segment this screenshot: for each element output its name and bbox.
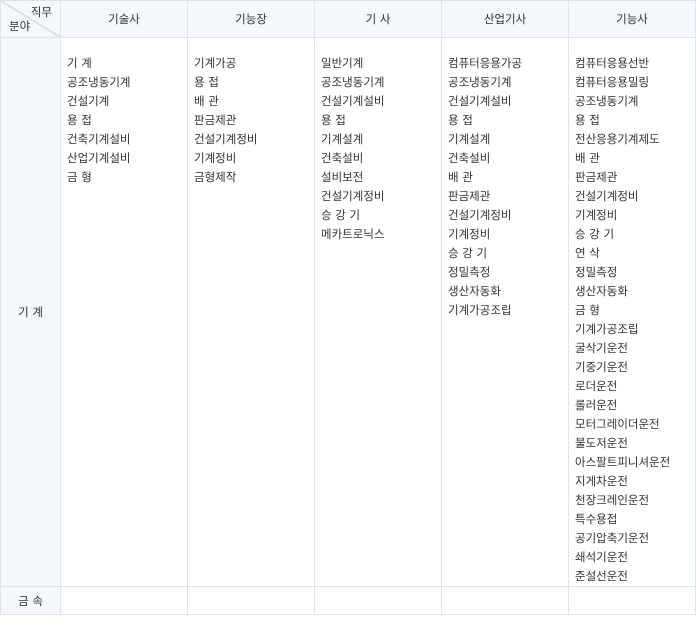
list-item: 건축설비: [321, 151, 364, 165]
list-item: 금형제작: [194, 170, 237, 184]
cell-machinery-engineer: 일반기계공조냉동기계건설기계설비용 접기계설계건축설비설비보전건설기계정비승 강…: [314, 37, 442, 587]
list-item: 메카트로닉스: [321, 227, 385, 241]
list-item: 모터그레이더운전: [575, 417, 660, 431]
list-item: 용 접: [575, 113, 600, 127]
list-item: 굴삭기운전: [575, 341, 628, 355]
list-item: 배 관: [448, 170, 473, 184]
list-item: 건설기계정비: [575, 189, 639, 203]
list-item: 건설기계정비: [321, 189, 385, 203]
cell-machinery-master-craftsman: 기계가공용 접배 관판금제관건설기계정비기계정비금형제작: [187, 37, 315, 587]
table-row-machinery: 기 계 기 계 공조냉동기계 건설기계 용 접 건축기계설비 산업기계설비 금 형 기계가공…: [0, 37, 696, 587]
list-item: 금 형: [575, 303, 600, 317]
corner-header: 직무 분야: [0, 0, 61, 38]
list-item: 건설기계정비: [448, 208, 512, 222]
cell-machinery-professional-engineer: 기 계공조냉동기계건설기계용 접건축기계설비산업기계설비금 형: [60, 37, 188, 587]
list-item: 천장크레인운전: [575, 493, 650, 507]
corner-bottom-label: 분야: [9, 19, 31, 33]
cell-metal-craftsman: [568, 586, 696, 615]
list-item: 건설기계: [67, 94, 110, 108]
cell-metal-professional-engineer: [60, 586, 188, 615]
list-item: 용 접: [194, 75, 219, 89]
list-item: 정밀측정: [448, 265, 491, 279]
list-item: 준설선운전: [575, 569, 628, 583]
list-item: 특수용접: [575, 512, 618, 526]
list-item: 건축기계설비: [67, 132, 131, 146]
list-item: 지게차운전: [575, 474, 628, 488]
row-header-machinery: 기 계: [0, 37, 61, 587]
list-item: 용 접: [321, 113, 346, 127]
list-item: 연 삭: [575, 246, 600, 260]
list-item: 용 접: [448, 113, 473, 127]
list-item: 컴퓨터응용밀링: [575, 75, 650, 89]
list-item: 승 강 기: [321, 208, 361, 222]
list-item: 전산응용기계제도: [575, 132, 660, 146]
cell-machinery-craftsman: 컴퓨터응용선반컴퓨터응용밀링공조냉동기계용 접전산응용기계제도배 관판금제관건설…: [568, 37, 696, 587]
list-item: 기계설계: [448, 132, 491, 146]
list-item: 기 계: [67, 56, 92, 70]
list-item: 설비보전: [321, 170, 364, 184]
list-item: 기계정비: [575, 208, 618, 222]
list-item: 기계가공조립: [575, 322, 639, 336]
list-item: 컴퓨터응용선반: [575, 56, 650, 70]
list-item: 공조냉동기계: [448, 75, 512, 89]
list-item: 금 형: [67, 170, 92, 184]
header-row: 직무 분야 기술사 기능장 기 사 산업기사 기능사: [0, 0, 696, 38]
list-item: 기계가공: [194, 56, 237, 70]
row-header-metal: 금 속: [0, 586, 61, 615]
column-header-craftsman: 기능사: [568, 0, 696, 38]
column-header-engineer: 기 사: [314, 0, 442, 38]
qualification-table: 직무 분야 기술사 기능장 기 사 산업기사 기능사 기 계 기 계 공조냉동기계…: [0, 0, 696, 615]
list-item: 컴퓨터응용가공: [448, 56, 523, 70]
list-item: 건설기계설비: [321, 94, 385, 108]
list-item: 일반기계: [321, 56, 364, 70]
list-item: 롤러운전: [575, 398, 618, 412]
table-row-metal: 금 속: [0, 586, 696, 615]
cell-metal-master-craftsman: [187, 586, 315, 615]
list-item: 건축설비: [448, 151, 491, 165]
list-item: 기계정비: [448, 227, 491, 241]
cell-metal-industrial-engineer: [441, 586, 569, 615]
list-item: 공조냉동기계: [575, 94, 639, 108]
list-item: 생산자동화: [575, 284, 628, 298]
list-item: 생산자동화: [448, 284, 501, 298]
list-item: 건설기계설비: [448, 94, 512, 108]
list-item: 로더운전: [575, 379, 618, 393]
column-header-professional-engineer: 기술사: [60, 0, 188, 38]
list-item: 기중기운전: [575, 360, 628, 374]
list-item: 배 관: [194, 94, 219, 108]
list-item: 정밀측정: [575, 265, 618, 279]
list-item: 기계정비: [194, 151, 237, 165]
list-item: 쇄석기운전: [575, 550, 628, 564]
list-item: 승 강 기: [448, 246, 488, 260]
list-item: 산업기계설비: [67, 151, 131, 165]
list-item: 승 강 기: [575, 227, 615, 241]
list-item: 공기압축기운전: [575, 531, 650, 545]
cell-metal-engineer: [314, 586, 442, 615]
list-item: 건설기계정비: [194, 132, 258, 146]
list-item: 판금제관: [194, 113, 237, 127]
list-item: 아스팔트피니셔운전: [575, 455, 671, 469]
corner-top-label: 직무: [30, 5, 52, 19]
column-header-master-craftsman: 기능장: [187, 0, 315, 38]
list-item: 용 접: [67, 113, 92, 127]
list-item: 불도저운전: [575, 436, 628, 450]
list-item: 공조냉동기계: [67, 75, 131, 89]
list-item: 공조냉동기계: [321, 75, 385, 89]
list-item: 기계설계: [321, 132, 364, 146]
column-header-industrial-engineer: 산업기사: [441, 0, 569, 38]
list-item: 기계가공조립: [448, 303, 512, 317]
list-item: 판금제관: [448, 189, 491, 203]
cell-machinery-industrial-engineer: 컴퓨터응용가공공조냉동기계건설기계설비용 접기계설계건축설비배 관판금제관건설기…: [441, 37, 569, 587]
list-item: 배 관: [575, 151, 600, 165]
list-item: 판금제관: [575, 170, 618, 184]
